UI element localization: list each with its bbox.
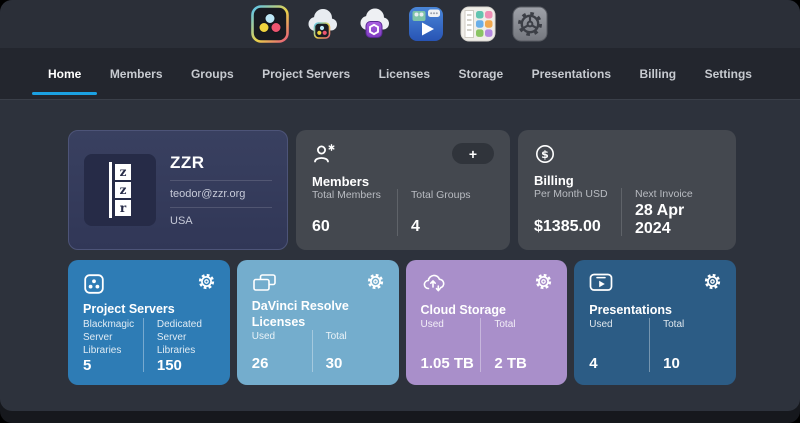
tab-licenses[interactable]: Licenses xyxy=(375,48,434,99)
members-icon xyxy=(312,143,336,165)
tab-home[interactable]: Home xyxy=(44,48,85,99)
logo-letter: r xyxy=(115,200,131,216)
blackmagic-libraries-value: 5 xyxy=(83,357,141,374)
next-invoice-value: 28 Apr 2024 xyxy=(635,202,720,238)
billing-card: $ Billing Per Month USD $1385.00 Next In… xyxy=(518,130,736,250)
total-groups-label: Total Groups xyxy=(411,189,494,203)
storage-total-value: 2 TB xyxy=(494,355,552,372)
licenses-used-label: Used xyxy=(252,330,310,343)
total-members-label: Total Members xyxy=(312,189,395,203)
project-servers-title: Project Servers xyxy=(83,302,215,318)
cloud-storage-settings-gear-icon[interactable] xyxy=(535,273,552,290)
divider xyxy=(312,330,313,372)
tab-settings[interactable]: Settings xyxy=(701,48,756,99)
divider xyxy=(621,188,622,236)
total-groups-value: 4 xyxy=(411,218,494,236)
cloud-sync-icon xyxy=(421,273,445,293)
cloud-storage-title: Cloud Storage xyxy=(421,303,553,319)
members-card: + Members Total Members 60 Total Groups … xyxy=(296,130,510,250)
per-month-value: $1385.00 xyxy=(534,218,619,236)
add-member-button[interactable]: + xyxy=(452,143,494,164)
logo-letter: z xyxy=(115,182,131,198)
presentations-play-icon xyxy=(589,273,613,292)
divider xyxy=(397,189,398,236)
cloud-store-icon[interactable] xyxy=(355,5,393,43)
dedicated-libraries-value: 150 xyxy=(157,357,215,374)
project-servers-card: Project Servers Blackmagic Server Librar… xyxy=(68,260,230,385)
presentations-card: Presentations Used 4 Total 10 xyxy=(574,260,736,385)
licenses-total-label: Total xyxy=(326,330,384,343)
dashboard-content: z z r ZZR teodor@zzr.org USA xyxy=(0,100,800,411)
members-card-title: Members xyxy=(312,174,494,189)
billing-dollar-icon: $ xyxy=(534,143,556,165)
logo-bar xyxy=(109,162,112,218)
tab-billing[interactable]: Billing xyxy=(635,48,680,99)
cloud-storage-card: Cloud Storage Used 1.05 TB Total 2 TB xyxy=(406,260,568,385)
presentations-total-value: 10 xyxy=(663,355,721,372)
licenses-title: DaVinci Resolve Licenses xyxy=(252,299,384,330)
project-servers-settings-gear-icon[interactable] xyxy=(198,273,215,290)
tab-groups[interactable]: Groups xyxy=(187,48,238,99)
dedicated-libraries-label: Dedicated Server Libraries xyxy=(157,318,215,357)
divider xyxy=(170,180,272,181)
app-window: Home Members Groups Project Servers Lice… xyxy=(0,0,800,423)
next-invoice-label: Next Invoice xyxy=(635,188,720,202)
per-month-label: Per Month USD xyxy=(534,188,619,202)
resolve-licenses-card: DaVinci Resolve Licenses Used 26 Total 3… xyxy=(237,260,399,385)
tab-storage[interactable]: Storage xyxy=(454,48,507,99)
organization-logo: z z r xyxy=(84,154,156,226)
organization-name: ZZR xyxy=(170,153,272,173)
logo-letter: z xyxy=(115,164,131,180)
blackmagic-libraries-label: Blackmagic Server Libraries xyxy=(83,318,141,357)
svg-text:$: $ xyxy=(541,148,549,161)
organization-email: teodor@zzr.org xyxy=(170,188,272,200)
licenses-total-value: 30 xyxy=(326,355,384,372)
presentations-used-label: Used xyxy=(589,318,647,331)
tab-project-servers[interactable]: Project Servers xyxy=(258,48,354,99)
presentations-used-value: 4 xyxy=(589,355,647,372)
summary-card-row: z z r ZZR teodor@zzr.org USA xyxy=(68,130,736,250)
presentations-settings-gear-icon[interactable] xyxy=(704,273,721,290)
tab-presentations[interactable]: Presentations xyxy=(528,48,615,99)
davinci-resolve-icon[interactable] xyxy=(251,5,289,43)
project-servers-icon xyxy=(83,273,105,295)
organization-card: z z r ZZR teodor@zzr.org USA xyxy=(68,130,288,250)
settings-app-icon[interactable] xyxy=(511,5,549,43)
billing-card-title: Billing xyxy=(534,173,720,188)
organization-country: USA xyxy=(170,215,272,227)
divider xyxy=(143,318,144,372)
presentations-app-icon[interactable] xyxy=(407,5,445,43)
divider xyxy=(649,318,650,372)
app-dock-bar xyxy=(0,0,800,48)
presentations-title: Presentations xyxy=(589,303,721,319)
main-nav: Home Members Groups Project Servers Lice… xyxy=(0,48,800,100)
licenses-used-value: 26 xyxy=(252,355,310,372)
storage-total-label: Total xyxy=(494,318,552,331)
tab-members[interactable]: Members xyxy=(106,48,167,99)
storage-used-value: 1.05 TB xyxy=(421,355,479,372)
presentations-total-label: Total xyxy=(663,318,721,331)
media-library-icon[interactable] xyxy=(459,5,497,43)
licenses-displays-icon xyxy=(252,273,278,293)
divider xyxy=(480,318,481,372)
resource-card-row: Project Servers Blackmagic Server Librar… xyxy=(68,260,736,385)
licenses-settings-gear-icon[interactable] xyxy=(367,273,384,290)
total-members-value: 60 xyxy=(312,218,395,236)
divider xyxy=(170,207,272,208)
davinci-resolve-cloud-icon[interactable] xyxy=(303,5,341,43)
storage-used-label: Used xyxy=(421,318,479,331)
